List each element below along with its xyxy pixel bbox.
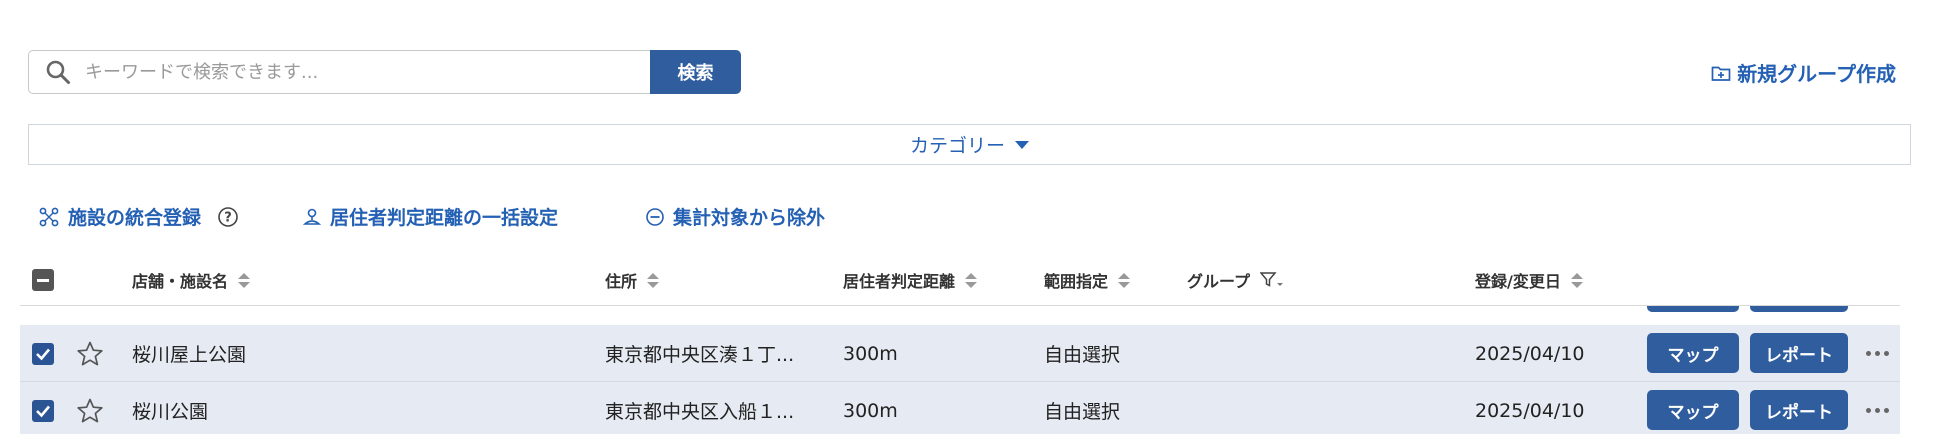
sort-icon: [647, 272, 660, 288]
sort-icon: [1570, 272, 1583, 288]
star-icon[interactable]: [76, 340, 104, 368]
column-range[interactable]: 範囲指定: [1044, 255, 1131, 305]
category-label: カテゴリー: [909, 135, 1005, 157]
check-icon: [36, 348, 50, 360]
column-name[interactable]: 店舗・施設名: [132, 255, 251, 305]
report-button[interactable]: レポート: [1750, 333, 1848, 373]
range: 自由選択: [1044, 344, 1121, 366]
map-button[interactable]: マップ: [1647, 333, 1739, 373]
search-input[interactable]: [83, 60, 627, 84]
facility-name: 桜川公園: [132, 401, 209, 423]
column-group-label: グループ: [1187, 272, 1251, 291]
search-icon: [46, 60, 70, 84]
table-row[interactable]: 桜川公園 東京都中央区入船１... 300m 自由選択 2025/04/10 マ…: [20, 382, 1900, 434]
new-group-label: 新規グループ作成: [1737, 62, 1896, 86]
date: 2025/04/10: [1475, 342, 1585, 365]
address: 東京都中央区入船１...: [605, 401, 795, 423]
sort-icon: [965, 272, 978, 288]
sort-icon: [1118, 272, 1131, 288]
column-date-label: 登録/変更日: [1475, 272, 1561, 291]
range: 自由選択: [1044, 401, 1121, 423]
search-button[interactable]: 検索: [650, 50, 741, 94]
column-distance-label: 居住者判定距離: [843, 272, 956, 291]
bulk-distance-link[interactable]: 居住者判定距離の一括設定: [302, 203, 558, 230]
report-button[interactable]: レポート: [1750, 390, 1848, 430]
table-row[interactable]: 桜川屋上公園 東京都中央区湊１丁... 300m 自由選択 2025/04/10…: [20, 325, 1900, 382]
column-group[interactable]: グループ: [1187, 255, 1284, 305]
help-icon[interactable]: ?: [217, 206, 239, 228]
select-all-checkbox[interactable]: [32, 269, 54, 291]
column-name-label: 店舗・施設名: [132, 272, 229, 291]
caret-down-icon: [1015, 140, 1029, 149]
column-distance[interactable]: 居住者判定距離: [843, 255, 978, 305]
category-dropdown[interactable]: カテゴリー: [28, 124, 1911, 165]
svg-text:?: ?: [224, 210, 232, 225]
folder-plus-icon: [1711, 66, 1731, 81]
column-range-label: 範囲指定: [1044, 272, 1109, 291]
header-divider: [20, 305, 1900, 306]
report-button-partial[interactable]: [1750, 306, 1848, 312]
filter-icon[interactable]: [1260, 271, 1284, 289]
search-field[interactable]: [28, 50, 650, 94]
distance: 300m: [843, 342, 898, 365]
new-group-button[interactable]: 新規グループ作成: [1711, 58, 1896, 87]
map-button-partial[interactable]: [1647, 306, 1739, 312]
row-checkbox[interactable]: [32, 399, 54, 422]
exclude-link[interactable]: 集計対象から除外: [645, 203, 825, 230]
exclude-label: 集計対象から除外: [673, 207, 826, 229]
row-checkbox[interactable]: [32, 342, 54, 365]
person-pin-icon: [302, 208, 322, 225]
distance: 300m: [843, 399, 898, 422]
minus-circle-icon: [646, 207, 664, 226]
more-icon[interactable]: [1866, 408, 1889, 413]
column-address-label: 住所: [605, 272, 638, 291]
bulk-distance-label: 居住者判定距離の一括設定: [330, 207, 559, 229]
facility-merge-link[interactable]: 施設の統合登録 ?: [38, 203, 239, 230]
map-button[interactable]: マップ: [1647, 390, 1739, 430]
date: 2025/04/10: [1475, 399, 1585, 422]
more-icon[interactable]: [1866, 351, 1889, 356]
column-address[interactable]: 住所: [605, 255, 660, 305]
star-icon[interactable]: [76, 397, 104, 425]
facility-merge-label: 施設の統合登録: [68, 207, 202, 229]
check-icon: [36, 405, 50, 417]
table-header: 店舗・施設名 住所 居住者判定距離 範囲指定 グループ 登録/変更日: [20, 255, 1900, 305]
column-date[interactable]: 登録/変更日: [1475, 255, 1583, 305]
facility-name: 桜川屋上公園: [132, 344, 247, 366]
address: 東京都中央区湊１丁...: [605, 344, 795, 366]
merge-icon: [39, 207, 59, 226]
sort-icon: [238, 272, 251, 288]
